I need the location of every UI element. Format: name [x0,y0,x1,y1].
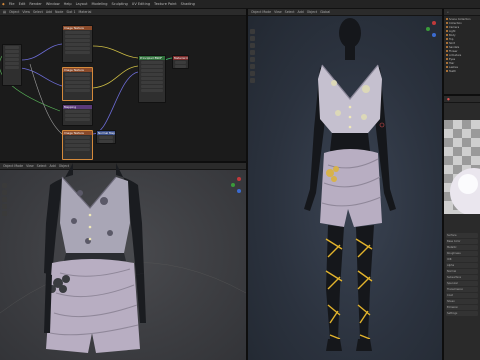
node-menu-view[interactable]: View [22,10,30,14]
workspace-tab-sculpting[interactable]: Sculpting [111,2,127,6]
workspace-tab-layout[interactable]: Layout [76,2,88,6]
property-row[interactable]: Transmission [446,287,478,292]
property-row[interactable]: Specular [446,281,478,286]
menu-window[interactable]: Window [46,2,60,6]
workspace-tab-uv[interactable]: UV Editing [132,2,150,6]
node-image-texture-3[interactable]: Image Texture [62,130,93,160]
viewport-fullbody[interactable]: Object Mode View Select Add Object Globa… [248,9,442,360]
property-row[interactable]: Coat [446,293,478,298]
node-title: Material Output [173,56,188,60]
node-title: Mapping [63,105,92,109]
properties-header: ● [444,96,480,103]
property-row[interactable]: Emission [446,305,478,310]
node-menu-add[interactable]: Add [46,10,52,14]
material-tab-icon[interactable]: ● [447,97,450,101]
node-reroute-group[interactable] [2,44,22,86]
material-preview [444,120,480,230]
node-principled-bsdf[interactable]: Principled BSDF [138,55,166,103]
material-slot-select[interactable]: Slot 1 [66,10,75,14]
menu-file[interactable]: File [9,2,15,6]
workspace-tab-shading[interactable]: Shading [181,2,195,6]
node-image-texture-1[interactable]: Image Texture [62,25,93,63]
node-menu-object[interactable]: Object [9,10,19,14]
navigation-gizmo-icon [426,21,436,37]
property-row[interactable]: Settings [446,311,478,316]
node-title: Image Texture [63,68,92,72]
node-title: Image Texture [63,131,92,135]
property-row[interactable]: Sheen [446,299,478,304]
property-row[interactable]: Roughness [446,251,478,256]
menu-help[interactable]: Help [64,2,72,6]
node-menu-select[interactable]: Select [33,10,43,14]
workspace-tab-modeling[interactable]: Modeling [92,2,108,6]
property-row[interactable]: IOR [446,257,478,262]
top-menu-bar: ◆ File Edit Render Window Help Layout Mo… [0,0,480,9]
node-editor-type-icon[interactable]: ▤ [3,10,6,14]
property-row[interactable]: Normal [446,269,478,274]
shader-node-editor[interactable]: ▤ Object View Select Add Node Slot 1 Mat… [0,9,246,161]
property-row[interactable]: Alpha [446,263,478,268]
node-title: Normal Map [97,131,115,135]
menu-edit[interactable]: Edit [19,2,26,6]
blender-logo-icon[interactable]: ◆ [2,2,5,6]
outliner[interactable]: ⌕ Scene Collection Collection Camera Lig… [444,9,480,94]
outliner-header: ⌕ [444,9,480,16]
property-row[interactable]: Surface [446,233,478,238]
property-row[interactable]: Metallic [446,245,478,250]
node-title: Image Texture [63,26,92,30]
properties-editor[interactable]: ● Surface Base Color Metallic Roughness … [444,96,480,360]
outliner-search-icon[interactable]: ⌕ [447,10,449,14]
node-title: Principled BSDF [139,56,165,60]
node-mapping[interactable]: Mapping [62,104,93,126]
closeup-model-render [0,163,246,353]
node-links [0,43,173,135]
node-material-output[interactable]: Material Output [172,55,189,69]
outliner-item[interactable]: Teeth [444,69,480,73]
material-name-field[interactable]: Material [78,10,91,14]
viewport-closeup[interactable]: Object Mode View Select Add Object [0,163,246,360]
node-normal-map[interactable]: Normal Map [96,130,116,144]
node-editor-header: ▤ Object View Select Add Node Slot 1 Mat… [0,9,246,16]
workspace-tab-texture-paint[interactable]: Texture Paint [154,2,177,6]
node-menu-node[interactable]: Node [55,10,63,14]
property-row[interactable]: Subsurface [446,275,478,280]
navigation-gizmo-icon [231,177,241,193]
menu-render[interactable]: Render [29,2,41,6]
node-image-texture-2[interactable]: Image Texture [62,67,93,101]
property-row[interactable]: Base Color [446,239,478,244]
fullbody-model-render [304,18,436,351]
